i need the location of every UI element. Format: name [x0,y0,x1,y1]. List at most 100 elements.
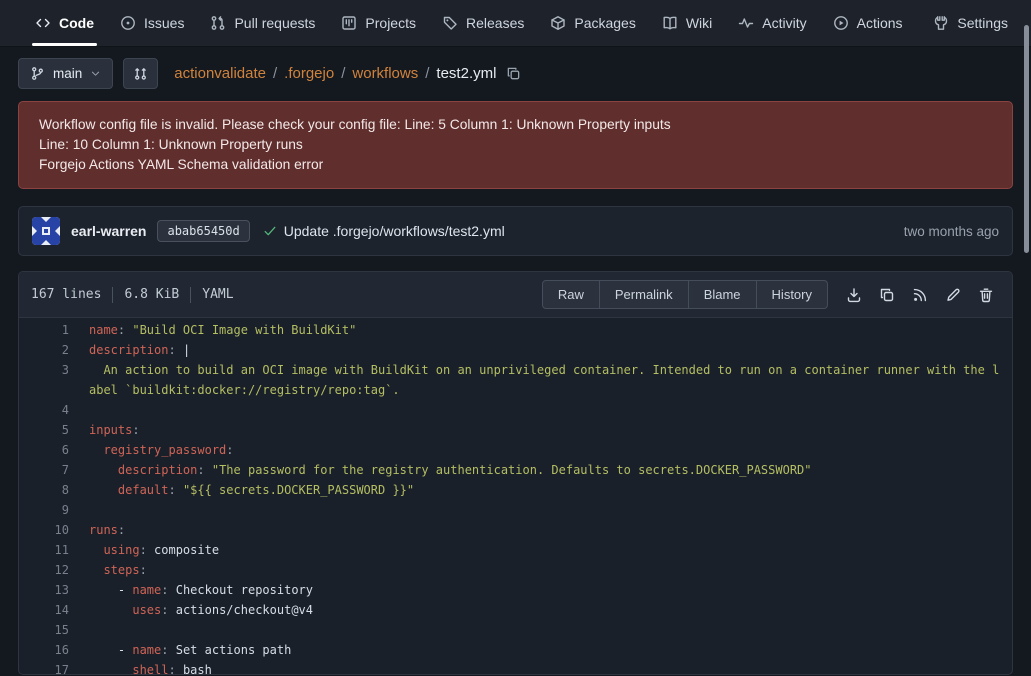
pulse-icon [738,15,754,31]
line-content: runs: [89,520,1012,540]
copy-path-icon[interactable] [506,66,521,81]
tab-code[interactable]: Code [22,0,107,46]
breadcrumb-separator: / [425,65,429,82]
line-number[interactable]: 6 [19,440,89,460]
code-line: 9 [19,500,1012,520]
branch-selector[interactable]: main [18,58,113,89]
tab-pull-requests[interactable]: Pull requests [197,0,328,46]
line-number[interactable]: 8 [19,480,89,500]
file-view-buttons: RawPermalinkBlameHistory [542,280,828,309]
line-content: shell: bash [89,660,1012,675]
code-view: 1name: "Build OCI Image with BuildKit"2d… [19,318,1012,675]
line-number[interactable]: 11 [19,540,89,560]
line-number[interactable]: 3 [19,360,89,400]
tab-label: Issues [144,15,184,31]
project-icon [341,15,357,31]
breadcrumb: actionvalidate/.forgejo/workflows/test2.… [174,65,521,82]
git-branch-icon [30,66,45,81]
error-line: Line: 10 Column 1: Unknown Property runs [39,135,992,155]
line-content: description: | [89,340,1012,360]
tag-icon [442,15,458,31]
breadcrumb-item-actionvalidate[interactable]: actionvalidate [174,65,266,82]
line-number[interactable]: 5 [19,420,89,440]
divider [112,287,113,303]
commit-author[interactable]: earl-warren [71,223,146,239]
commit-hash-badge[interactable]: abab65450d [157,220,249,242]
divider [190,287,191,303]
file-language: YAML [202,287,233,302]
line-content: - name: Set actions path [89,640,1012,660]
commit-timestamp: two months ago [904,224,999,239]
error-line: Forgejo Actions YAML Schema validation e… [39,155,992,175]
error-line: Workflow config file is invalid. Please … [39,115,992,135]
package-icon [550,15,566,31]
line-number[interactable]: 14 [19,600,89,620]
edit-icon[interactable] [945,287,961,303]
line-number[interactable]: 2 [19,340,89,360]
file-header: 167 lines 6.8 KiB YAML RawPermalinkBlame… [19,272,1012,318]
tab-settings[interactable]: Settings [920,0,1021,46]
chevron-down-icon [90,68,101,79]
branch-name: main [53,66,82,81]
line-number[interactable]: 12 [19,560,89,580]
raw-button[interactable]: Raw [542,280,600,309]
code-line: 7 description: "The password for the reg… [19,460,1012,480]
commit-status-check-icon[interactable] [263,224,277,238]
tab-releases[interactable]: Releases [429,0,537,46]
avatar[interactable] [32,217,60,245]
code-line: 13 - name: Checkout repository [19,580,1012,600]
code-line: 15 [19,620,1012,640]
page-scrollbar[interactable] [1024,25,1029,253]
breadcrumb-item-test2-yml: test2.yml [436,65,496,82]
tab-label: Code [59,15,94,31]
line-number[interactable]: 7 [19,460,89,480]
code-line: 3 An action to build an OCI image with B… [19,360,1012,400]
tab-label: Wiki [686,15,712,31]
line-content: description: "The password for the regis… [89,460,1012,480]
delete-icon[interactable] [978,287,994,303]
code-line: 6 registry_password: [19,440,1012,460]
commit-message[interactable]: Update .forgejo/workflows/test2.yml [284,223,505,239]
history-button[interactable]: History [757,280,828,309]
tab-label: Pull requests [234,15,315,31]
permalink-button[interactable]: Permalink [600,280,689,309]
tab-label: Activity [762,15,806,31]
rss-icon[interactable] [912,287,928,303]
line-number[interactable]: 10 [19,520,89,540]
tab-activity[interactable]: Activity [725,0,819,46]
tab-label: Packages [574,15,635,31]
line-content: name: "Build OCI Image with BuildKit" [89,320,1012,340]
line-number[interactable]: 9 [19,500,89,520]
pull-request-icon [210,15,226,31]
code-line: 10runs: [19,520,1012,540]
code-line: 16 - name: Set actions path [19,640,1012,660]
download-icon[interactable] [846,287,862,303]
tab-issues[interactable]: Issues [107,0,197,46]
line-number[interactable]: 16 [19,640,89,660]
code-line: 5inputs: [19,420,1012,440]
tab-packages[interactable]: Packages [537,0,648,46]
breadcrumb-item--forgejo[interactable]: .forgejo [284,65,334,82]
line-content [89,500,1012,520]
file-meta: 167 lines 6.8 KiB YAML [31,287,234,303]
code-line: 17 shell: bash [19,660,1012,675]
line-number[interactable]: 15 [19,620,89,640]
line-number[interactable]: 1 [19,320,89,340]
line-content: steps: [89,560,1012,580]
blame-button[interactable]: Blame [689,280,757,309]
line-number[interactable]: 13 [19,580,89,600]
code-line: 11 using: composite [19,540,1012,560]
code-line: 4 [19,400,1012,420]
latest-commit-row: earl-warren abab65450d Update .forgejo/w… [18,206,1013,256]
tab-projects[interactable]: Projects [328,0,429,46]
copy-file-icon[interactable] [879,287,895,303]
file-toolbar: main actionvalidate/.forgejo/workflows/t… [18,58,1013,89]
breadcrumb-item-workflows[interactable]: workflows [352,65,418,82]
compare-button[interactable] [123,58,158,89]
tab-actions[interactable]: Actions [820,0,916,46]
line-number[interactable]: 17 [19,660,89,675]
tab-wiki[interactable]: Wiki [649,0,725,46]
line-number[interactable]: 4 [19,400,89,420]
breadcrumb-separator: / [273,65,277,82]
issue-icon [120,15,136,31]
